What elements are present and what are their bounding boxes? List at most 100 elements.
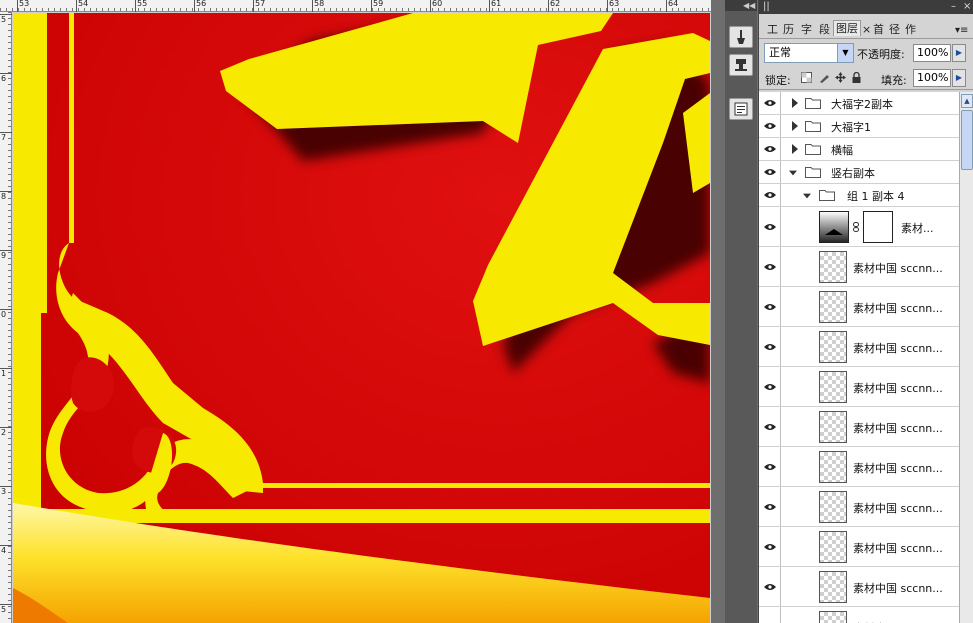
layer-row[interactable]: 素材中国 sccnn... — [759, 247, 959, 287]
close-icon[interactable]: × — [963, 1, 971, 12]
lock-transparency-icon[interactable] — [801, 72, 812, 83]
tab-channels[interactable]: 首 — [873, 22, 884, 38]
layer-name: 大福字1 — [831, 121, 871, 134]
eye-icon[interactable] — [764, 168, 776, 176]
ruler-tick — [371, 0, 372, 12]
link-chain-icon[interactable] — [853, 222, 859, 232]
layer-row[interactable]: 素材中国 sccnn... — [759, 567, 959, 607]
ruler-tick — [489, 0, 490, 12]
fill-field[interactable]: 100% — [913, 69, 951, 87]
layer-row[interactable]: 素材中国 sccnn... — [759, 607, 959, 623]
clone-source-icon[interactable] — [729, 54, 753, 76]
layer-row[interactable]: 素材中国 sccnn... — [759, 287, 959, 327]
lock-position-icon[interactable] — [835, 72, 846, 83]
layer-thumbnail — [819, 571, 847, 603]
tab-history[interactable]: 历 — [783, 22, 794, 38]
document-canvas[interactable] — [13, 13, 710, 623]
tab-paragraph[interactable]: 段 — [819, 22, 830, 38]
tab-tools[interactable]: 工 — [767, 22, 778, 38]
layer-name: 竖右副本 — [831, 167, 875, 180]
tab-close-icon[interactable]: × — [862, 22, 871, 38]
eye-icon[interactable] — [764, 263, 776, 271]
ruler-label: 8 — [1, 192, 7, 201]
ruler-label: 4 — [1, 546, 7, 555]
ruler-tick — [135, 0, 136, 12]
dock-collapse-icon[interactable]: ◀◀ — [725, 0, 757, 11]
panel-menu-icon[interactable]: ▾≡ — [955, 23, 968, 39]
layer-row[interactable]: 素材... — [759, 207, 959, 247]
layer-row[interactable]: 横幅 — [759, 138, 959, 161]
layer-row[interactable]: 竖右副本 — [759, 161, 959, 184]
opacity-field[interactable]: 100% — [913, 44, 951, 62]
frame-vertical-line — [69, 13, 74, 243]
panel-tabs: 工 历 字 段 图层 × 首 径 作 ▾≡ — [759, 17, 973, 39]
notes-icon[interactable] — [729, 98, 753, 120]
layer-name: 素材中国 sccnn... — [853, 542, 943, 555]
expand-arrow-icon[interactable] — [791, 98, 799, 108]
expand-arrow-icon[interactable] — [791, 121, 799, 131]
layer-name: 素材中国 sccnn... — [853, 422, 943, 435]
chevron-down-icon[interactable]: ▼ — [837, 44, 853, 62]
layer-name: 素材中国 sccnn... — [853, 302, 943, 315]
eye-icon[interactable] — [764, 343, 776, 351]
layer-name: 横幅 — [831, 144, 853, 157]
panel-dock: ◀◀ — [725, 0, 757, 623]
eye-icon[interactable] — [764, 145, 776, 153]
eye-icon[interactable] — [764, 99, 776, 107]
layer-thumbnail — [819, 291, 847, 323]
eye-icon[interactable] — [764, 303, 776, 311]
ruler-label: 5 — [1, 605, 7, 614]
eye-icon[interactable] — [764, 223, 776, 231]
opacity-slider-arrow-icon[interactable]: ▶ — [952, 44, 966, 62]
minimize-icon[interactable]: – — [951, 1, 956, 12]
ruler-tick — [430, 0, 431, 12]
ruler-label: 58 — [314, 0, 325, 8]
ruler-label: 9 — [1, 251, 7, 260]
layer-row[interactable]: 素材中国 sccnn... — [759, 407, 959, 447]
eye-icon[interactable] — [764, 463, 776, 471]
brush-preset-icon[interactable] — [729, 26, 753, 48]
lock-all-icon[interactable] — [851, 72, 862, 83]
layer-row[interactable]: 素材中国 sccnn... — [759, 327, 959, 367]
fill-slider-arrow-icon[interactable]: ▶ — [952, 69, 966, 87]
grip-icon[interactable]: || — [763, 1, 770, 12]
layer-row[interactable]: 大福字2副本 — [759, 92, 959, 115]
layer-row[interactable]: 大福字1 — [759, 115, 959, 138]
eye-icon[interactable] — [764, 543, 776, 551]
horizontal-ruler[interactable] — [0, 0, 711, 12]
collapse-arrow-icon[interactable] — [803, 191, 811, 201]
folder-icon — [805, 98, 821, 109]
layer-name: 素材中国 sccnn... — [853, 262, 943, 275]
layer-row[interactable]: 素材中国 sccnn... — [759, 487, 959, 527]
layer-name: 大福字2副本 — [831, 98, 893, 111]
layer-row[interactable]: 素材中国 sccnn... — [759, 527, 959, 567]
eye-icon[interactable] — [764, 583, 776, 591]
layer-row[interactable]: 素材中国 sccnn... — [759, 447, 959, 487]
eye-icon[interactable] — [764, 122, 776, 130]
eye-icon[interactable] — [764, 423, 776, 431]
tab-actions[interactable]: 作 — [905, 22, 916, 38]
eye-icon[interactable] — [764, 191, 776, 199]
eye-icon[interactable] — [764, 383, 776, 391]
fill-label: 填充: — [881, 74, 907, 87]
lock-pixels-icon[interactable] — [819, 72, 830, 83]
expand-arrow-icon[interactable] — [791, 144, 799, 154]
scroll-up-arrow-icon[interactable]: ▲ — [961, 94, 973, 108]
scrollbar-thumb[interactable] — [961, 110, 973, 170]
layer-row[interactable]: 组 1 副本 4 — [759, 184, 959, 207]
canvas-area[interactable]: 53 54 55 56 57 58 59 60 61 62 63 64 56789012345 — [0, 0, 711, 623]
ruler-label: 56 — [196, 0, 207, 8]
layer-mask-thumbnail[interactable] — [863, 211, 893, 243]
ruler-label: 0 — [1, 310, 7, 319]
collapse-arrow-icon[interactable] — [789, 168, 797, 178]
ruler-label: 57 — [255, 0, 266, 8]
layers-scrollbar[interactable]: ▲ — [959, 92, 973, 623]
tab-paths[interactable]: 径 — [889, 22, 900, 38]
tab-layers[interactable]: 图层 — [833, 20, 861, 36]
layer-row[interactable]: 素材中国 sccnn... — [759, 367, 959, 407]
blend-mode-select[interactable]: 正常 ▼ — [764, 43, 854, 63]
tab-character[interactable]: 字 — [801, 22, 812, 38]
ruler-tick — [548, 0, 549, 12]
eye-icon[interactable] — [764, 503, 776, 511]
lock-row: 锁定: 填充: 100% ▶ — [759, 66, 973, 90]
